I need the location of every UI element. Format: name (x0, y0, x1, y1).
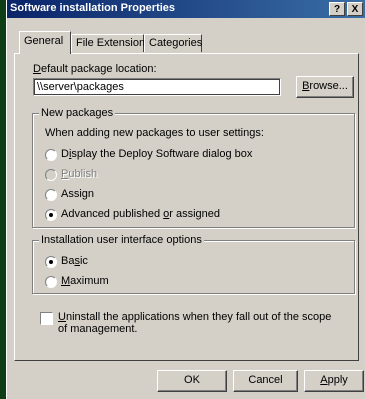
tab-categories[interactable]: Categories (144, 34, 202, 52)
ok-button[interactable]: OK (157, 370, 227, 392)
radio-button[interactable] (45, 189, 57, 201)
radio-label: Basic (61, 255, 88, 267)
window-title: Software installation Properties (10, 2, 176, 14)
close-button[interactable]: X (347, 2, 363, 16)
radio-label: Advanced published or assigned (61, 208, 221, 220)
browse-button[interactable]: Browse... (296, 76, 354, 98)
radio-button[interactable] (45, 169, 57, 181)
tab-general[interactable]: General (19, 31, 71, 54)
radio-button[interactable] (45, 276, 57, 288)
radio-label: Assign (61, 188, 95, 200)
new-packages-instruction: When adding new packages to user setting… (45, 127, 264, 139)
tab-categories-label: Categories (149, 37, 203, 49)
default-location-input[interactable] (33, 78, 281, 96)
ui-options-title: Installation user interface options (39, 234, 204, 246)
tab-general-label: General (24, 35, 64, 47)
radio-label: Maximum (61, 275, 109, 287)
help-button[interactable]: ? (329, 2, 345, 16)
radio-label: Display the Deploy Software dialog box (61, 148, 253, 160)
uninstall-label: Uninstall the applications when they fal… (58, 311, 332, 335)
default-location-label: Default package location: (33, 63, 157, 75)
properties-dialog: Software installation Properties ? X Gen… (6, 0, 365, 399)
uninstall-checkbox[interactable] (40, 312, 53, 325)
cancel-button[interactable]: Cancel (233, 370, 298, 392)
radio-label: Publish (61, 168, 98, 180)
radio-button[interactable] (45, 256, 57, 268)
apply-button[interactable]: Apply (304, 370, 364, 392)
title-bar[interactable]: Software installation Properties ? X (7, 0, 365, 18)
radio-button[interactable] (45, 209, 57, 221)
radio-button[interactable] (45, 149, 57, 161)
new-packages-title: New packages (39, 107, 116, 119)
tab-file-extensions[interactable]: File Extensions (71, 34, 151, 52)
tab-file-extensions-label: File Extensions (76, 37, 151, 49)
